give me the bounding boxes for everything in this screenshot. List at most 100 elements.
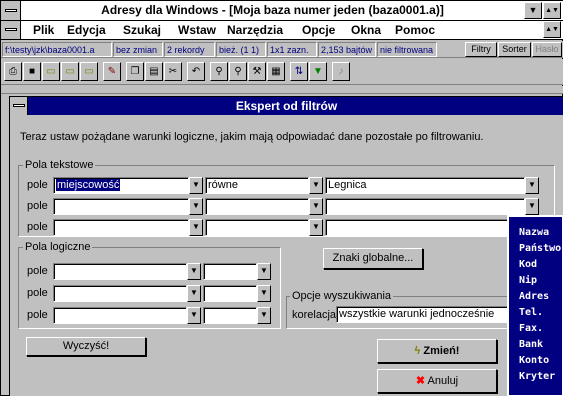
status-path: f:\testy\jzk\baza0001.a — [2, 42, 112, 57]
sound-icon[interactable]: ♪ — [332, 62, 350, 81]
global-chars-button[interactable]: Znaki globalne... — [323, 248, 423, 269]
logic-field-dropdown-3[interactable]: ▼ — [187, 307, 201, 324]
field-list-item[interactable]: Kod — [519, 259, 537, 270]
menu-narzedzia[interactable]: Narzędzia — [227, 21, 283, 39]
menu-opcje[interactable]: Opcje — [302, 21, 335, 39]
toolbar: ⎙ ■ ▭ ▭ ▭ ✎ ❐ ▤ ✂ ↶ ⚲ ⚲ ⚒ ▦ ⇅ ▼ ♪ — [1, 59, 563, 85]
text-field-select-1-value: miejscowość — [56, 179, 121, 191]
menu-okna[interactable]: Okna — [351, 21, 381, 39]
field-label: pole — [27, 265, 48, 277]
cut-icon[interactable]: ✂ — [164, 62, 182, 81]
operator-select-2[interactable] — [205, 198, 309, 215]
calendar-icon[interactable]: ▦ — [267, 62, 285, 81]
restore-button[interactable]: ▲▼ — [543, 2, 561, 19]
filter-expert-dialog: Ekspert od filtrów Teraz ustaw pożądane … — [9, 96, 563, 396]
field-list-item[interactable]: Adres — [519, 291, 549, 302]
cancel-x-icon: ✖ — [415, 375, 426, 387]
logic-field-select-2[interactable] — [53, 285, 187, 302]
ruler-strip — [1, 86, 563, 94]
minimize-button[interactable]: ▼ — [524, 2, 542, 19]
field-list-item[interactable]: Państwo — [519, 243, 561, 254]
change-button-label: Zmień! — [423, 345, 460, 357]
text-field-select-2[interactable] — [53, 198, 189, 215]
menu-szukaj[interactable]: Szukaj — [123, 21, 161, 39]
new-folder-icon[interactable]: ▭ — [61, 62, 79, 81]
paste-icon[interactable]: ▤ — [145, 62, 163, 81]
logic-value-dropdown-3[interactable]: ▼ — [257, 307, 271, 324]
field-label: pole — [27, 287, 48, 299]
field-list-item[interactable]: Konto — [519, 355, 549, 366]
operator-select-3[interactable] — [205, 219, 309, 236]
text-field-dropdown-2[interactable]: ▼ — [189, 198, 203, 215]
print-icon[interactable]: ⎙ — [4, 62, 22, 81]
operator-dropdown-2[interactable]: ▼ — [309, 198, 323, 215]
find-folder-icon[interactable]: ▭ — [80, 62, 98, 81]
open-folder-icon[interactable]: ▭ — [42, 62, 60, 81]
dialog-menu-icon — [13, 104, 25, 107]
correlation-select[interactable]: wszystkie warunki jednocześnie — [336, 306, 509, 323]
logic-field-dropdown-2[interactable]: ▼ — [187, 285, 201, 302]
menu-wstaw[interactable]: Wstaw — [178, 21, 216, 39]
dialog-title: Ekspert od filtrów — [10, 97, 563, 115]
field-list-item[interactable]: Fax. — [519, 323, 543, 334]
filters-button[interactable]: Filtry — [465, 42, 497, 57]
clear-button[interactable]: Wyczyść! — [26, 337, 146, 356]
sort-icon[interactable]: ⇅ — [290, 62, 308, 81]
field-list-item[interactable]: Nazwa — [519, 227, 549, 238]
operator-dropdown-1[interactable]: ▼ — [309, 177, 323, 194]
cancel-button-label: Anuluj — [427, 375, 459, 387]
field-label: pole — [27, 221, 48, 233]
menu-pomoc[interactable]: Pomoc — [395, 21, 435, 39]
field-list-item[interactable]: Nip — [519, 275, 537, 286]
text-field-dropdown-1[interactable]: ▼ — [189, 177, 203, 194]
correlation-label: korelacja — [292, 309, 337, 321]
dialog-instruction: Teraz ustaw pożądane warunki logiczne, j… — [20, 131, 484, 143]
logic-field-select-1[interactable] — [53, 263, 187, 280]
cancel-button[interactable]: ✖ Anuluj — [377, 369, 497, 393]
text-field-select-1[interactable]: miejscowość — [53, 177, 189, 194]
field-list-item[interactable]: Bank — [519, 339, 543, 350]
filter-icon[interactable]: ▼ — [309, 62, 327, 81]
undo-icon[interactable]: ↶ — [187, 62, 205, 81]
value-input-1[interactable]: Legnica — [325, 177, 525, 194]
logic-value-select-1[interactable] — [203, 263, 257, 280]
document-restore-button[interactable]: ▲▼ — [543, 21, 561, 38]
logic-value-dropdown-1[interactable]: ▼ — [257, 263, 271, 280]
dialog-system-menu-button[interactable] — [10, 97, 28, 115]
status-changes: bez zmian — [113, 42, 163, 57]
text-field-dropdown-3[interactable]: ▼ — [189, 219, 203, 236]
text-field-select-3[interactable] — [53, 219, 189, 236]
value-input-3[interactable] — [325, 219, 525, 236]
tools-icon[interactable]: ⚒ — [248, 62, 266, 81]
value-input-2[interactable] — [325, 198, 525, 215]
sorter-button[interactable]: Sorter — [498, 42, 531, 57]
search-replace-icon[interactable]: ⚲ — [229, 62, 247, 81]
operator-select-1-value: równe — [208, 179, 238, 191]
logic-value-dropdown-2[interactable]: ▼ — [257, 285, 271, 302]
copy-icon[interactable]: ❐ — [126, 62, 144, 81]
logic-value-select-3[interactable] — [203, 307, 257, 324]
operator-select-1[interactable]: równe — [205, 177, 309, 194]
field-list-item[interactable]: Kryter — [519, 371, 555, 382]
value-dropdown-2[interactable]: ▼ — [525, 198, 539, 215]
menu-bar: Plik Edycja Szukaj Wstaw Narzędzia Opcje… — [1, 21, 563, 40]
search-icon[interactable]: ⚲ — [210, 62, 228, 81]
save-icon[interactable]: ■ — [23, 62, 41, 81]
window-title: Adresy dla Windows - [Moja baza numer je… — [101, 3, 444, 17]
operator-dropdown-3[interactable]: ▼ — [309, 219, 323, 236]
password-button[interactable]: Hasło — [532, 42, 562, 57]
change-button[interactable]: ϟ Zmień! — [377, 339, 497, 363]
status-size: 2,153 bajtów — [318, 42, 376, 57]
menu-plik[interactable]: Plik — [33, 21, 54, 39]
logic-value-select-2[interactable] — [203, 285, 257, 302]
field-label: pole — [27, 179, 48, 191]
system-menu-button[interactable] — [1, 1, 21, 20]
menu-edycja[interactable]: Edycja — [67, 21, 106, 39]
logic-field-dropdown-1[interactable]: ▼ — [187, 263, 201, 280]
status-filter: nie filtrowana — [377, 42, 437, 57]
edit-icon[interactable]: ✎ — [103, 62, 121, 81]
document-system-menu-button[interactable] — [1, 21, 21, 39]
field-list-item[interactable]: Tel. — [519, 307, 543, 318]
value-dropdown-1[interactable]: ▼ — [525, 177, 539, 194]
logic-field-select-3[interactable] — [53, 307, 187, 324]
